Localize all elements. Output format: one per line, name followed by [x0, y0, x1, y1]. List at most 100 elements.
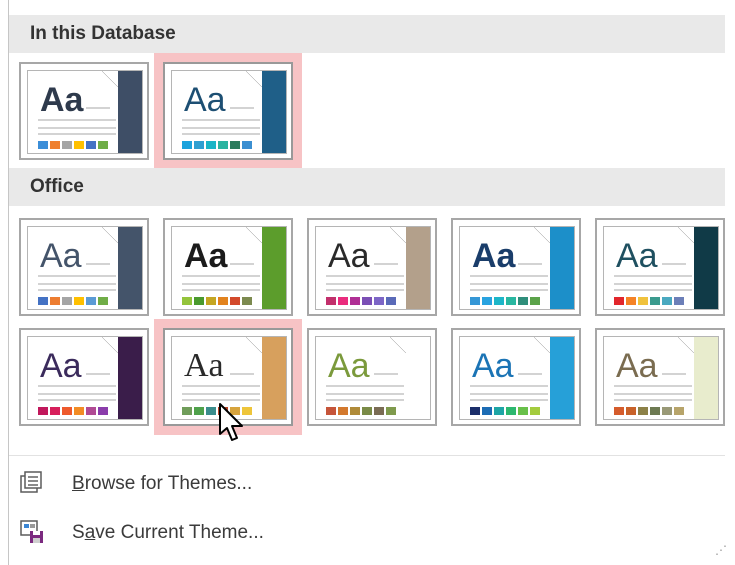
theme-color-swatch — [182, 297, 192, 305]
theme-text-line — [518, 263, 542, 265]
theme-preview-page: Aa — [27, 336, 143, 420]
theme-font-sample: Aa — [328, 237, 370, 275]
theme-color-swatch — [86, 141, 96, 149]
save-accelerator: a — [84, 522, 96, 543]
browse-for-themes-menu-item[interactable]: Browse for Themes... — [9, 463, 725, 503]
wisp-theme-thumbnail[interactable]: Aa — [451, 328, 581, 426]
section-title: In this Database — [30, 23, 176, 44]
theme-text-line — [86, 373, 110, 375]
theme-color-swatch — [62, 141, 72, 149]
theme-accent-strip — [550, 227, 574, 309]
theme-text-line — [662, 263, 686, 265]
theme-color-swatch — [326, 297, 336, 305]
theme-text-line — [470, 275, 548, 277]
theme-text-line — [374, 263, 398, 265]
theme-text-line — [230, 373, 254, 375]
theme-text-line — [182, 127, 260, 129]
page-fold-corner — [678, 337, 694, 353]
theme-accent-strip — [262, 337, 286, 419]
theme-color-swatch — [62, 297, 72, 305]
theme-text-line — [614, 275, 692, 277]
save-label-pre: S — [72, 522, 85, 543]
theme-color-swatch — [506, 407, 516, 415]
theme-text-line — [38, 399, 116, 401]
theme-color-swatch — [38, 141, 48, 149]
theme-color-swatch — [62, 407, 72, 415]
theme-color-swatch — [242, 141, 252, 149]
theme-color-swatch — [86, 407, 96, 415]
theme-color-swatch — [74, 141, 84, 149]
theme-accent-strip — [550, 337, 574, 419]
theme-color-swatch — [626, 297, 636, 305]
theme-preview-page: Aa — [171, 226, 287, 310]
section-title: Office — [30, 176, 84, 197]
theme-color-swatch — [182, 407, 192, 415]
save-current-theme-menu-item[interactable]: Save Current Theme... — [9, 512, 725, 552]
slice-theme-thumbnail[interactable]: Aa — [307, 328, 437, 426]
theme-font-sample: Aa — [184, 237, 228, 275]
theme-color-swatch — [386, 297, 396, 305]
section-header-in-this-database: In this Database — [9, 15, 725, 53]
banded-theme-thumbnail[interactable]: Aa — [595, 328, 725, 426]
ion-boardroom-theme-thumbnail[interactable]: Aa — [595, 218, 725, 316]
theme-preview-page: Aa — [315, 226, 431, 310]
theme-color-swatch — [50, 141, 60, 149]
integral-theme-thumbnail[interactable]: Aa — [307, 218, 437, 316]
theme-text-line — [38, 283, 116, 285]
theme-color-swatch — [230, 141, 240, 149]
page-fold-corner — [246, 227, 262, 243]
theme-text-line — [38, 275, 116, 277]
theme-text-line — [470, 393, 548, 395]
theme-color-swatch — [38, 407, 48, 415]
theme-text-line — [614, 385, 692, 387]
theme-text-line — [326, 289, 404, 291]
theme-preview-page: Aa — [27, 226, 143, 310]
theme-font-sample: Aa — [184, 347, 224, 384]
theme-color-swatch — [662, 297, 672, 305]
theme-color-swatch — [518, 407, 528, 415]
office-theme-thumbnail[interactable]: Aa — [19, 218, 149, 316]
theme-color-swatch — [38, 297, 48, 305]
theme-font-sample: Aa — [472, 237, 516, 275]
theme-color-swatch — [50, 407, 60, 415]
theme-accent-strip — [694, 337, 718, 419]
theme-text-line — [326, 385, 404, 387]
theme-color-swatch — [86, 297, 96, 305]
browse-for-themes-label: Browse for Themes... — [72, 473, 252, 495]
theme-font-sample: Aa — [184, 81, 226, 119]
theme-text-line — [470, 399, 548, 401]
theme-preview-page: Aa — [315, 336, 431, 420]
theme-text-line — [182, 283, 260, 285]
organic-theme-thumbnail[interactable]: Aa — [19, 328, 149, 426]
theme-color-swatch — [530, 297, 540, 305]
save-label-rest: ve Current Theme... — [95, 522, 264, 543]
theme-preview-page: Aa — [603, 336, 719, 420]
theme-color-swatch — [74, 297, 84, 305]
theme-color-swatch — [626, 407, 636, 415]
theme-text-line — [662, 373, 686, 375]
theme-text-line — [86, 107, 110, 109]
theme-color-swatch — [50, 297, 60, 305]
page-fold-corner — [678, 227, 694, 243]
page-fold-corner — [102, 71, 118, 87]
facet-theme-thumbnail[interactable]: Aa — [163, 218, 293, 316]
theme-color-swatch — [350, 407, 360, 415]
theme-color-swatch — [194, 297, 204, 305]
theme-color-swatch — [362, 407, 372, 415]
theme-text-line — [38, 127, 116, 129]
mouse-pointer-icon — [219, 403, 243, 441]
theme-color-swatch — [338, 297, 348, 305]
theme-text-line — [326, 393, 404, 395]
theme-accent-strip — [118, 71, 142, 153]
database-theme-1-thumbnail[interactable]: Aa — [19, 62, 149, 160]
theme-preview-page: Aa — [459, 226, 575, 310]
theme-color-swatch — [374, 297, 384, 305]
ion-theme-thumbnail[interactable]: Aa — [451, 218, 581, 316]
resize-grip-icon[interactable]: ⋰ — [715, 543, 727, 557]
theme-text-line — [86, 263, 110, 265]
theme-color-swatch — [218, 297, 228, 305]
theme-color-swatch — [98, 407, 108, 415]
theme-preview-page: Aa — [459, 336, 575, 420]
theme-font-sample: Aa — [40, 347, 82, 385]
database-theme-2-thumbnail[interactable]: Aa — [154, 53, 302, 169]
